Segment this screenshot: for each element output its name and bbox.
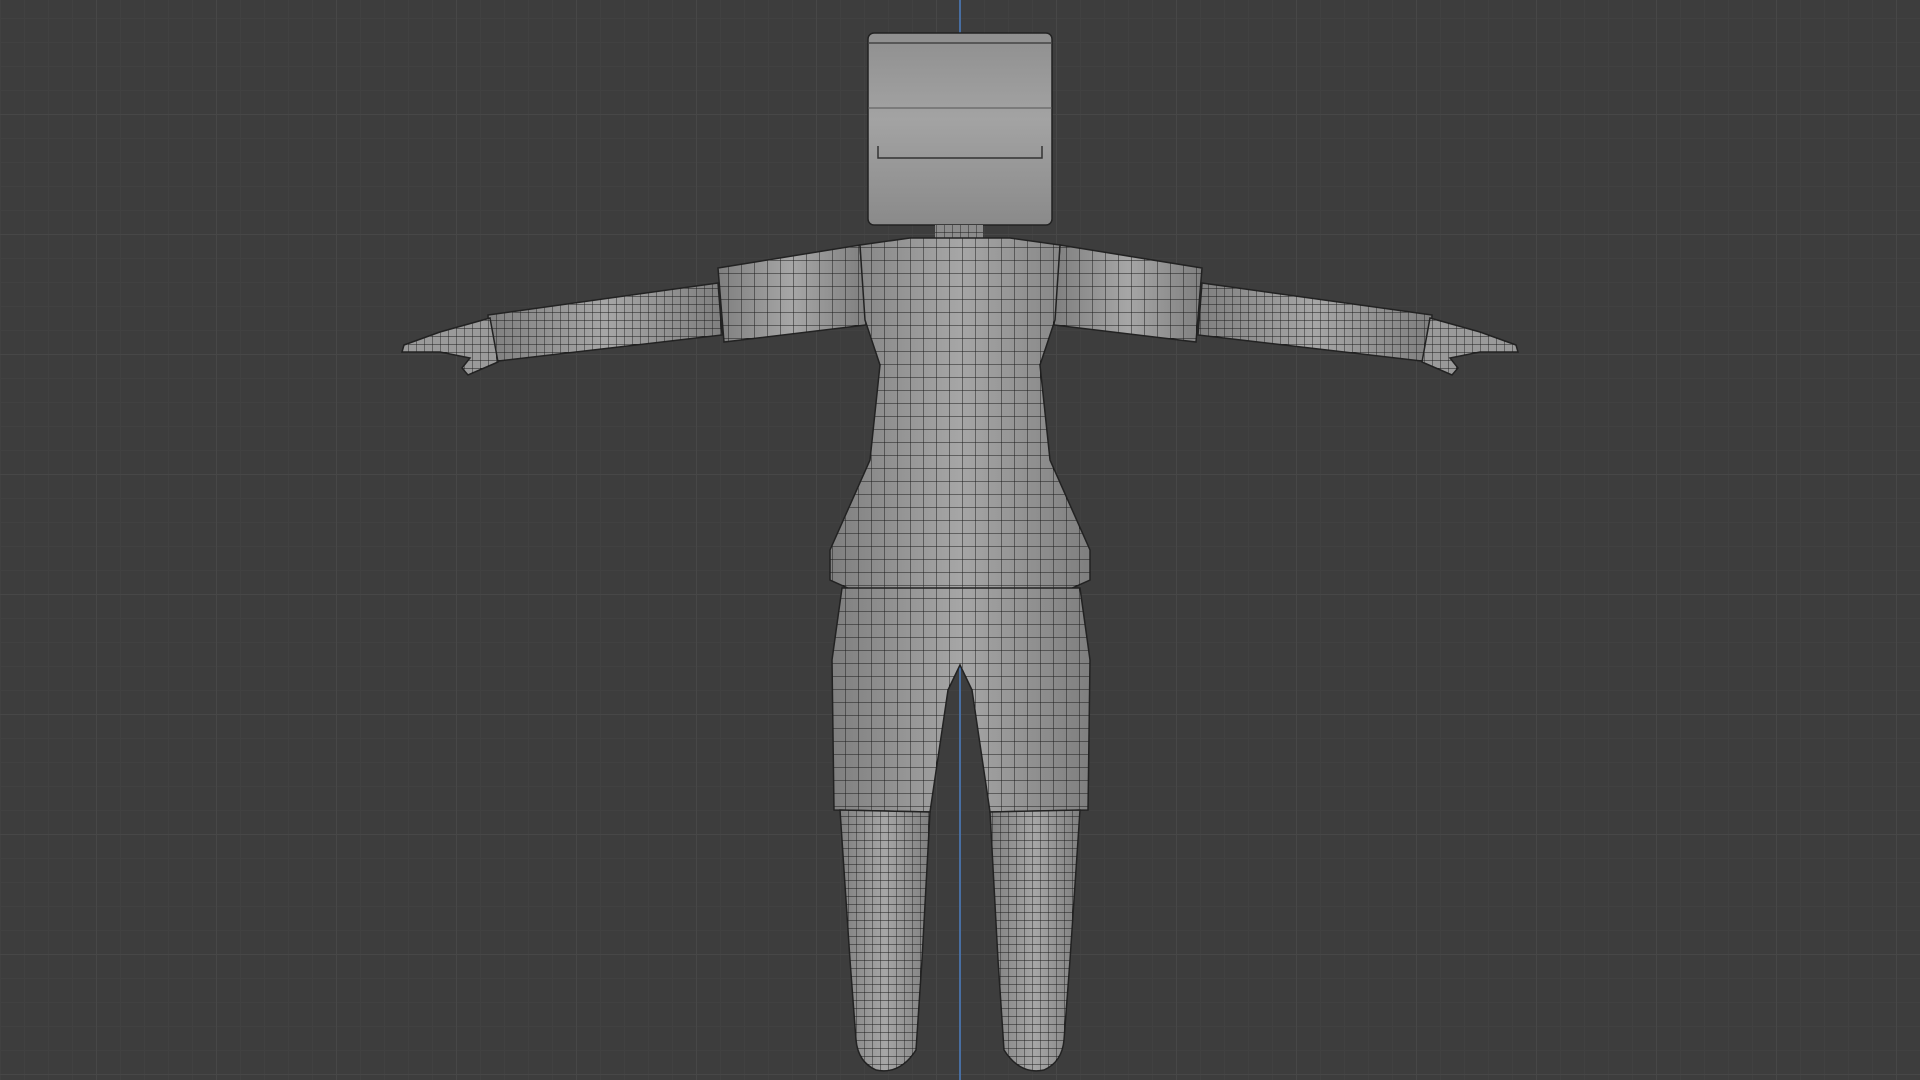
right-hand[interactable] (1421, 317, 1519, 376)
right-leg[interactable] (989, 809, 1081, 1072)
right-arm[interactable] (1053, 244, 1433, 363)
left-arm[interactable] (487, 244, 867, 363)
shorts[interactable] (831, 587, 1091, 813)
left-leg[interactable] (839, 809, 931, 1072)
head[interactable] (867, 32, 1053, 226)
left-hand[interactable] (401, 317, 499, 376)
3d-viewport[interactable] (0, 0, 1920, 1080)
character-model[interactable] (0, 0, 1920, 1080)
torso[interactable] (829, 237, 1091, 603)
